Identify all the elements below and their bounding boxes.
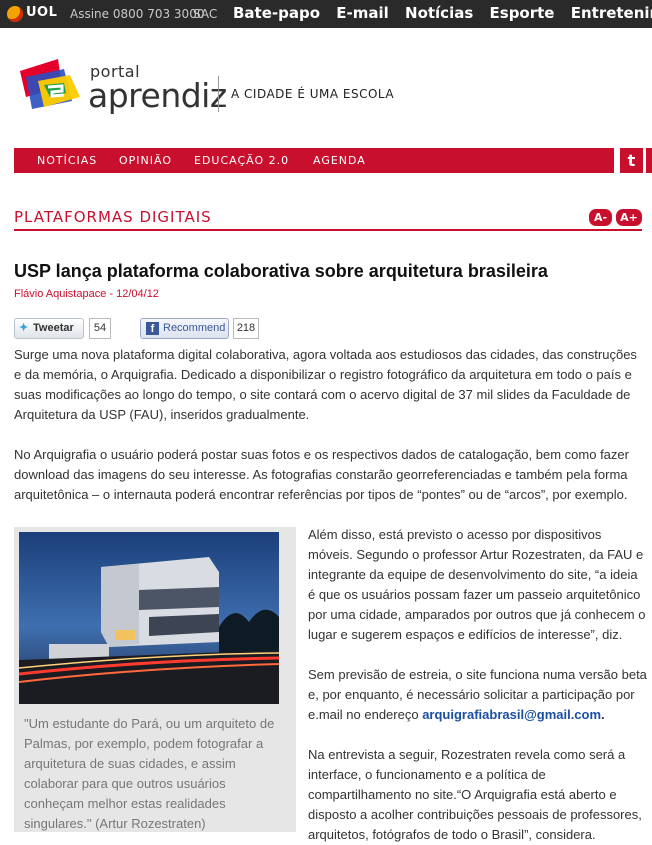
uol-brand[interactable]: UOL — [26, 5, 57, 20]
nav-bate-papo[interactable]: Bate-papo — [233, 4, 320, 22]
tweet-label: Tweetar — [33, 322, 74, 334]
nav-email[interactable]: E-mail — [336, 4, 389, 22]
font-increase-button[interactable]: A+ — [616, 209, 642, 226]
article-photo[interactable] — [19, 532, 279, 704]
tagline: A CIDADE É UMA ESCOLA — [231, 87, 395, 101]
uol-topbar: UOL Assine 0800 703 3000 SAC Bate-papo E… — [0, 0, 652, 28]
uol-logo-icon[interactable] — [7, 6, 23, 22]
logo-divider — [218, 76, 219, 112]
article-paragraph-5: Na entrevista a seguir, Rozestraten reve… — [308, 747, 642, 842]
article-paragraph-1: Surge uma nova plataforma digital colabo… — [14, 347, 637, 422]
nav-esporte[interactable]: Esporte — [490, 4, 555, 22]
nav-noticias[interactable]: Notícias — [405, 4, 473, 22]
tweet-count: 54 — [89, 318, 111, 339]
sac-link[interactable]: SAC — [193, 7, 217, 21]
facebook-logo-icon: f — [146, 322, 159, 335]
facebook-icon[interactable] — [646, 148, 652, 173]
contact-email-link[interactable]: arquigrafiabrasil@gmail.com — [422, 707, 601, 722]
nav-item-agenda[interactable]: AGENDA — [313, 154, 366, 167]
photo-caption: "Um estudante do Pará, ou um arquiteto d… — [24, 716, 275, 831]
nav-item-noticias[interactable]: NOTÍCIAS — [37, 154, 97, 167]
article-byline[interactable]: Flávio Aquistapace - 12/04/12 — [14, 288, 159, 300]
main-nav: NOTÍCIAS OPINIÃO EDUCAÇÃO 2.0 AGENDA — [14, 148, 614, 173]
assine-link[interactable]: Assine 0800 703 3000 — [70, 7, 204, 21]
article-paragraph-3: Além disso, está previsto o acesso por d… — [308, 527, 646, 642]
article-paragraph-4: Sem previsão de estreia, o site funciona… — [308, 665, 648, 725]
paragraph-4-end: . — [601, 707, 605, 722]
article-paragraph-2: No Arquigrafia o usuário poderá postar s… — [14, 447, 629, 502]
recommend-label: Recommend — [163, 322, 226, 334]
tweet-button[interactable]: ✦ Tweetar — [14, 318, 84, 339]
uol-nav: Bate-papo E-mail Notícias Esporte Entret… — [233, 4, 652, 22]
section-title: PLATAFORMAS DIGITAIS — [14, 208, 212, 226]
nav-item-opiniao[interactable]: OPINIÃO — [119, 154, 172, 167]
section-divider — [14, 229, 642, 231]
article-headline: USP lança plataforma colaborativa sobre … — [14, 261, 548, 281]
font-decrease-button[interactable]: A- — [589, 209, 612, 226]
logo-aprendiz-text: aprendiz — [88, 76, 227, 115]
recommend-count: 218 — [233, 318, 259, 339]
nav-item-educacao[interactable]: EDUCAÇÃO 2.0 — [194, 154, 289, 167]
recommend-button[interactable]: f Recommend — [140, 318, 229, 339]
twitter-bird-icon: ✦ — [19, 322, 29, 334]
nav-entretenimento[interactable]: Entretenimento — [571, 4, 652, 22]
aprendiz-logo-icon[interactable] — [18, 57, 82, 115]
twitter-icon[interactable]: t — [620, 148, 643, 173]
